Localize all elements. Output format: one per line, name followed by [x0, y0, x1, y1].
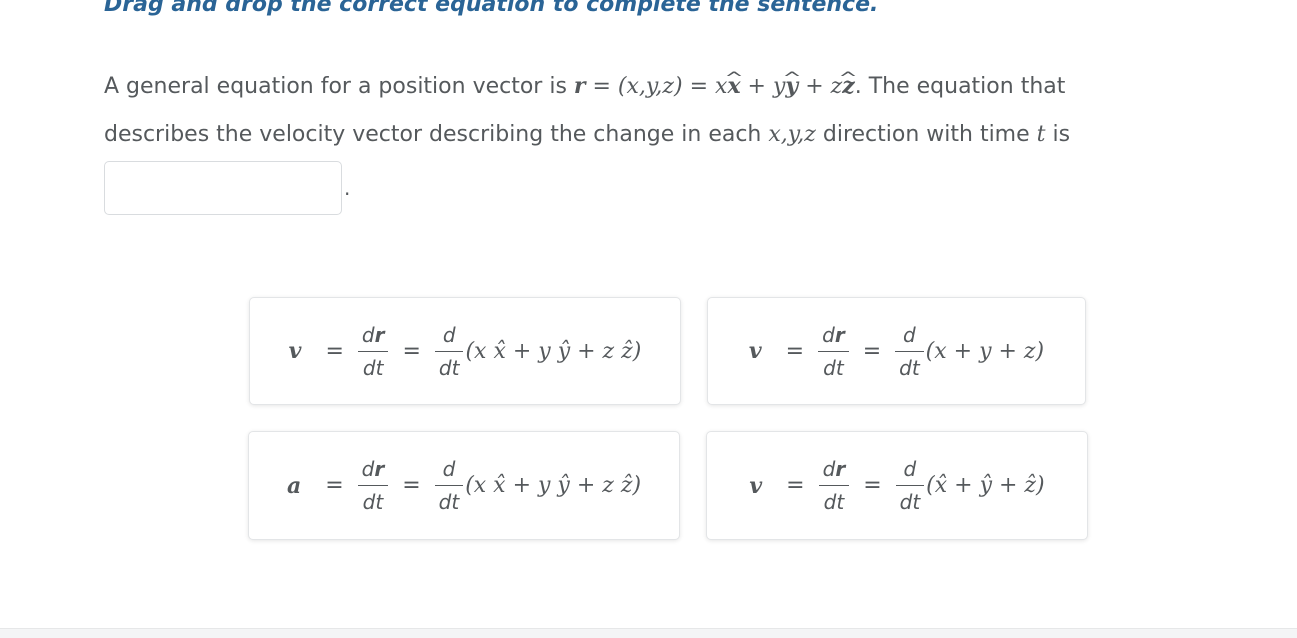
sentence-line-1: A general equation for a position vector… — [104, 62, 1204, 111]
option-equation-1: v = dr dt = d dt (x x̂ + y ŷ + z ẑ) — [289, 323, 642, 380]
option-expression: (x + y + z) — [925, 338, 1045, 364]
option-equals: = — [785, 338, 805, 364]
fraction-numerator: dr — [361, 457, 385, 481]
fraction-denominator: dt — [438, 490, 460, 514]
coordinate-tuple: (x,y,z) — [617, 74, 683, 99]
option-equals: = — [786, 473, 805, 498]
question-sentence: A general equation for a position vector… — [104, 62, 1204, 159]
option-fraction-1: dr dt — [357, 457, 389, 514]
fraction-bar — [818, 485, 850, 486]
fraction-numerator: d — [903, 457, 917, 481]
sentence-text-4: direction with time — [815, 122, 1037, 147]
fraction-denominator: dt — [823, 355, 844, 380]
sentence-text-2: . The equation that — [854, 74, 1066, 99]
xyz-symbols: x,y,z — [768, 122, 816, 147]
option-card-4[interactable]: v = dr dt = d dt (x̂ + ŷ + ẑ) — [706, 431, 1088, 540]
position-vector-symbol: r — [573, 73, 586, 99]
fraction-denominator: dt — [438, 355, 460, 380]
option-expression: (x̂ + ŷ + ẑ) — [926, 473, 1045, 498]
option-expression: (x x̂ + y ŷ + z ẑ) — [465, 338, 642, 364]
option-equals-2: = — [402, 338, 421, 364]
sentence-text-1: A general equation for a position vector… — [104, 74, 574, 99]
plus-sign-1: + — [740, 74, 773, 99]
sentence-line-2: describes the velocity vector describing… — [104, 111, 1204, 159]
sentence-text-3: describes the velocity vector describing… — [104, 122, 769, 147]
option-equation-2: v = dr dt = d dt (x + y + z) — [749, 323, 1044, 380]
sentence-period: . — [344, 176, 351, 200]
option-equals-2: = — [862, 338, 882, 364]
option-card-2[interactable]: v = dr dt = d dt (x + y + z) — [707, 297, 1086, 405]
option-equals-2: = — [863, 473, 882, 498]
fraction-numerator: d — [903, 322, 916, 347]
option-fraction-2: d dt — [434, 322, 464, 380]
instruction-title: Drag and drop the correct equation to co… — [104, 0, 879, 17]
sentence-text-5: is — [1045, 122, 1071, 147]
fraction-denominator: dt — [899, 355, 920, 380]
fraction-denominator: dt — [899, 490, 921, 514]
option-equals: = — [325, 473, 344, 498]
option-fraction-2: d dt — [895, 323, 924, 380]
option-lhs: a — [286, 472, 302, 499]
fraction-bar — [895, 485, 925, 486]
option-fraction-1: dr dt — [818, 323, 849, 380]
fraction-denominator: dt — [362, 490, 384, 514]
option-equation-3: a = dr dt = d dt (x x̂ + y ŷ + z ẑ) — [287, 457, 641, 514]
fraction-bar — [357, 485, 389, 486]
option-card-3[interactable]: a = dr dt = d dt (x x̂ + y ŷ + z ẑ) — [248, 431, 680, 540]
option-lhs: v — [288, 338, 302, 364]
plus-sign-2: + — [798, 74, 831, 99]
option-equals-2: = — [402, 473, 421, 498]
fraction-denominator: dt — [362, 355, 384, 380]
option-equals: = — [325, 338, 344, 364]
option-fraction-2: d dt — [434, 457, 464, 514]
x-unit-vector: x — [727, 62, 740, 110]
option-equation-4: v = dr dt = d dt (x̂ + ŷ + ẑ) — [749, 457, 1044, 514]
option-expression: (x x̂ + y ŷ + z ẑ) — [465, 473, 642, 498]
fraction-bar — [434, 350, 464, 352]
z-unit-vector: z — [842, 62, 855, 110]
y-unit-vector: y — [785, 62, 798, 110]
equals-sign-1: = — [585, 74, 618, 99]
fraction-numerator: dr — [361, 322, 385, 347]
equals-sign-2: = — [682, 74, 716, 99]
option-fraction-1: dr dt — [357, 322, 389, 380]
fraction-numerator: dr — [822, 457, 846, 481]
fraction-bar — [434, 485, 464, 486]
fraction-bar — [818, 350, 849, 352]
answer-drop-zone[interactable] — [104, 161, 342, 215]
option-fraction-1: dr dt — [818, 457, 850, 514]
option-card-1[interactable]: v = dr dt = d dt (x x̂ + y ŷ + z ẑ) — [249, 297, 681, 405]
option-fraction-2: d dt — [895, 457, 925, 514]
fraction-bar — [357, 350, 389, 352]
fraction-bar — [895, 350, 924, 352]
fraction-numerator: d — [442, 322, 456, 347]
fraction-numerator: d — [442, 457, 456, 481]
option-lhs: v — [748, 338, 762, 364]
option-lhs: v — [749, 472, 763, 499]
fraction-numerator: dr — [822, 322, 845, 347]
fraction-denominator: dt — [823, 490, 845, 514]
